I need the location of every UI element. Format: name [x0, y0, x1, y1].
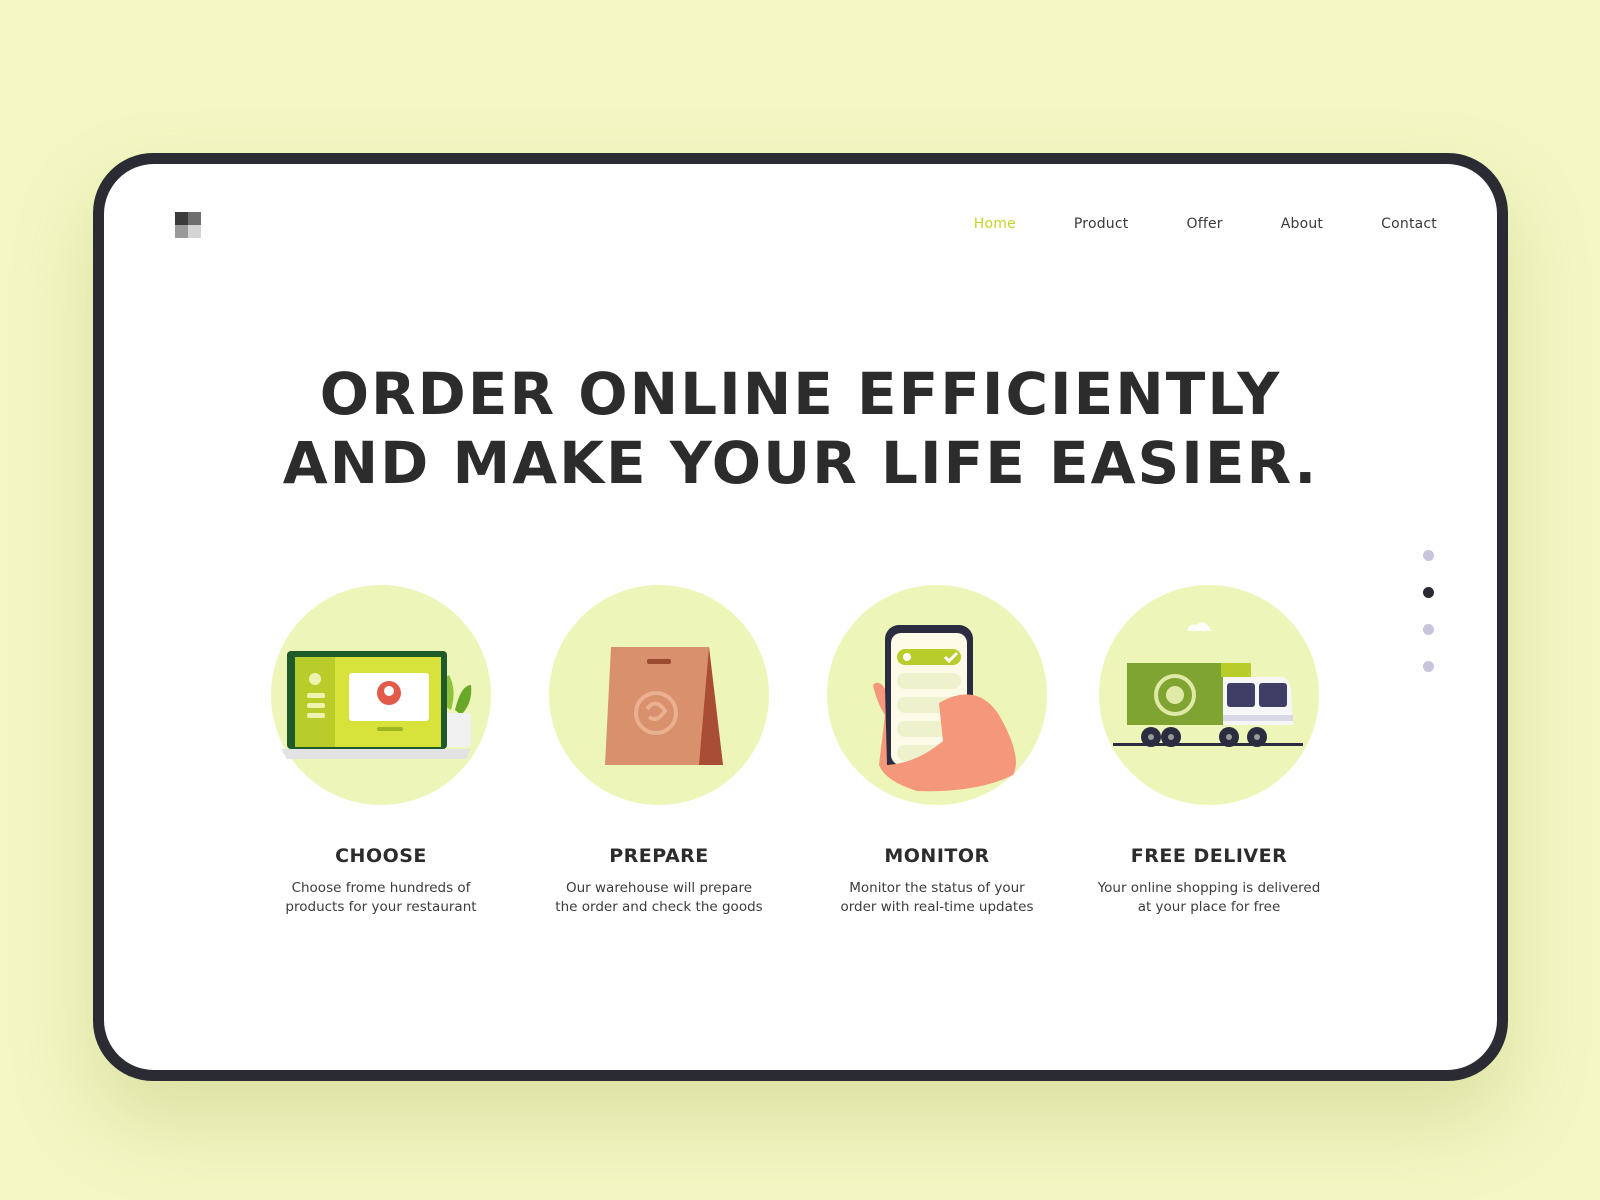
pagination-dot-3[interactable] — [1423, 624, 1434, 635]
nav-item-offer[interactable]: Offer — [1186, 216, 1222, 232]
feature-choose: CHOOSE Choose frome hundreds of products… — [251, 585, 511, 917]
logo-icon[interactable] — [175, 212, 201, 238]
feature-illustration — [1099, 585, 1319, 805]
nav-item-home[interactable]: Home — [974, 216, 1016, 232]
shopping-bag-icon — [605, 647, 723, 765]
device-frame: Home Product Offer About Contact ORDER O… — [93, 153, 1508, 1081]
nav-item-about[interactable]: About — [1281, 216, 1323, 232]
hero-line-1: ORDER ONLINE EFFICIENTLY — [319, 360, 1282, 428]
feature-description: Our warehouse will prepare the order and… — [555, 880, 763, 915]
pagination-dot-2-active[interactable] — [1423, 587, 1434, 598]
laptop-icon — [281, 651, 472, 759]
pagination-dots — [1423, 550, 1435, 698]
hero-line-2: AND MAKE YOUR LIFE EASIER. — [282, 429, 1319, 497]
feature-description: Choose frome hundreds of products for yo… — [285, 880, 477, 915]
feature-illustration — [549, 585, 769, 805]
nav-item-product[interactable]: Product — [1074, 216, 1129, 232]
feature-monitor: MONITOR Monitor the status of your order… — [807, 585, 1067, 917]
main-nav: Home Product Offer About Contact — [916, 216, 1437, 232]
phone-in-hand-icon — [873, 625, 1016, 792]
feature-title: PREPARE — [609, 845, 709, 867]
pagination-dot-1[interactable] — [1423, 550, 1434, 561]
screen: Home Product Offer About Contact ORDER O… — [104, 164, 1497, 1070]
feature-free-deliver: FREE DELIVER Your online shopping is del… — [1079, 585, 1339, 917]
delivery-truck-icon — [1113, 622, 1303, 747]
pagination-dot-4[interactable] — [1423, 661, 1434, 672]
feature-prepare: PREPARE Our warehouse will prepare the o… — [529, 585, 789, 917]
feature-illustration — [271, 585, 491, 805]
feature-title: CHOOSE — [335, 845, 427, 867]
feature-title: FREE DELIVER — [1130, 845, 1288, 867]
feature-description: Monitor the status of your order with re… — [840, 880, 1034, 915]
feature-description: Your online shopping is delivered at you… — [1097, 880, 1321, 915]
feature-illustration — [827, 585, 1047, 805]
nav-item-contact[interactable]: Contact — [1381, 216, 1437, 232]
hero-headline: ORDER ONLINE EFFICIENTLY AND MAKE YOUR L… — [104, 360, 1497, 498]
feature-title: MONITOR — [884, 845, 990, 867]
